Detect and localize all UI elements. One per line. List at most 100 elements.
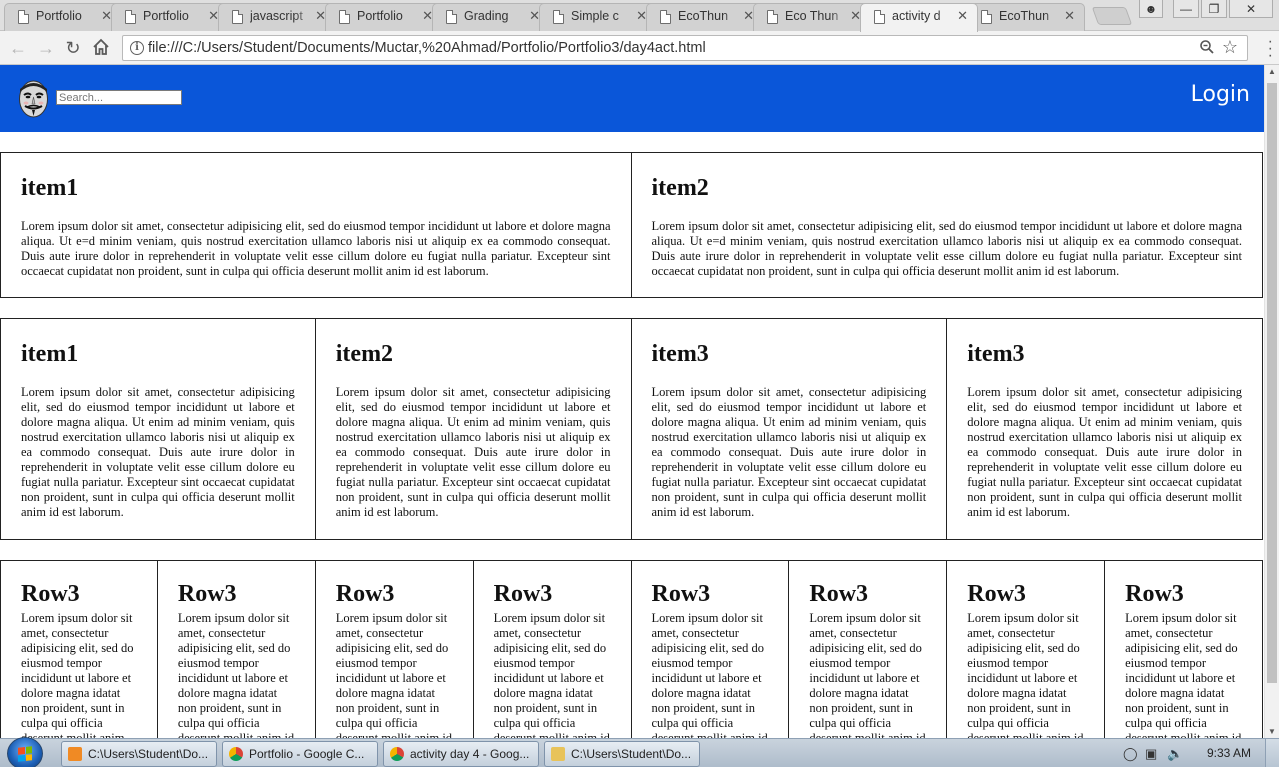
taskbar-button-label: activity day 4 - Goog...	[410, 747, 530, 761]
info-icon[interactable]: i	[130, 41, 144, 55]
window-controls: ☻ — ❐ ✕	[1139, 0, 1273, 20]
content-card: Row3 Lorem ipsum dolor sit amet, consecte…	[947, 560, 1106, 738]
address-bar[interactable]: i file:///C:/Users/Student/Documents/Muc…	[122, 35, 1248, 61]
browser-tab[interactable]: Portfolio ✕	[325, 3, 443, 31]
page-icon	[232, 10, 243, 24]
taskbar-button[interactable]: C:\Users\Student\Do...	[61, 741, 217, 767]
browser-tab[interactable]: javascript ✕	[218, 3, 336, 31]
content-card: Row3 Lorem ipsum dolor sit amet, consecte…	[315, 560, 474, 738]
new-tab-button[interactable]	[1091, 7, 1133, 25]
vertical-scrollbar[interactable]: ▲ ▼	[1264, 65, 1279, 738]
forward-button[interactable]: →	[35, 37, 57, 59]
content-row-2: item1 Lorem ipsum dolor sit amet, consect…	[0, 318, 1263, 540]
browser-tab[interactable]: activity d ✕	[860, 3, 978, 32]
content-card: item2 Lorem ipsum dolor sit amet, consect…	[315, 318, 632, 540]
bookmark-star-icon[interactable]: ☆	[1222, 37, 1238, 58]
browser-tab[interactable]: Eco Thun ✕	[753, 3, 871, 31]
card-title: item3	[967, 341, 1025, 367]
content-card: item1 Lorem ipsum dolor sit amet, consect…	[0, 152, 632, 298]
scroll-down-arrow-icon[interactable]: ▼	[1268, 727, 1276, 736]
tab-title: Portfolio	[36, 9, 82, 23]
content-card: item2 Lorem ipsum dolor sit amet, consect…	[631, 152, 1263, 298]
browser-tab[interactable]: EcoThun ✕	[967, 3, 1085, 31]
page-icon	[125, 10, 136, 24]
card-title: item3	[651, 341, 709, 367]
browser-tab[interactable]: Portfolio ✕	[4, 3, 122, 31]
page-icon	[660, 10, 671, 24]
browser-tab[interactable]: Portfolio ✕	[111, 3, 229, 31]
address-url[interactable]: file:///C:/Users/Student/Documents/Mucta…	[148, 40, 706, 56]
content-card: Row3 Lorem ipsum dolor sit amet, consecte…	[1105, 560, 1263, 738]
card-text: Lorem ipsum dolor sit amet, consectetur …	[21, 611, 134, 738]
home-icon	[93, 38, 109, 55]
guy-fawkes-mask-logo	[19, 80, 48, 118]
system-tray: ◯ ▣ 🔈 9:33 AM	[1119, 739, 1279, 767]
card-text: Lorem ipsum dolor sit amet, consectetur …	[651, 385, 927, 519]
content-card: Row3 Lorem ipsum dolor sit amet, consecte…	[473, 560, 632, 738]
chrome-icon	[229, 747, 243, 761]
login-link[interactable]: Login	[1191, 82, 1250, 107]
tab-strip: Portfolio ✕ Portfolio ✕ javascript ✕ Portfolio…	[0, 0, 1279, 32]
page-icon	[767, 10, 778, 24]
browser-tab[interactable]: Grading ✕	[432, 3, 550, 31]
back-button[interactable]: ←	[7, 37, 29, 59]
tab-title: Portfolio	[357, 9, 403, 23]
taskbar-button[interactable]: C:\Users\Student\Do...	[544, 741, 700, 767]
content-card: item3 Lorem ipsum dolor sit amet, consect…	[947, 318, 1263, 540]
security-shield-icon[interactable]: ◯	[1123, 746, 1138, 762]
clock[interactable]: 9:33 AM	[1207, 746, 1251, 760]
card-title: item1	[21, 175, 79, 201]
show-desktop-button[interactable]	[1265, 739, 1279, 767]
card-title: Row3	[651, 581, 711, 607]
browser-tab[interactable]: Simple c ✕	[539, 3, 657, 31]
card-text: Lorem ipsum dolor sit amet, consectetur …	[651, 611, 768, 738]
start-button[interactable]	[7, 737, 43, 767]
content-card: Row3 Lorem ipsum dolor sit amet, consecte…	[631, 560, 790, 738]
zoom-icon[interactable]	[1199, 39, 1215, 59]
close-window-button[interactable]: ✕	[1229, 0, 1273, 18]
card-text: Lorem ipsum dolor sit amet, consectetur …	[967, 385, 1242, 519]
close-tab-icon[interactable]: ✕	[957, 8, 968, 24]
taskbar-button[interactable]: activity day 4 - Goog...	[383, 741, 539, 767]
maximize-button[interactable]: ❐	[1201, 0, 1227, 18]
card-title: Row3	[809, 581, 869, 607]
search-input[interactable]	[56, 90, 182, 105]
close-tab-icon[interactable]: ✕	[1064, 8, 1075, 24]
taskbar-button[interactable]: Portfolio - Google C...	[222, 741, 378, 767]
minimize-button[interactable]: —	[1173, 0, 1199, 18]
content-card: Row3 Lorem ipsum dolor sit amet, consecte…	[157, 560, 316, 738]
card-text: Lorem ipsum dolor sit amet, consectetur …	[335, 385, 611, 519]
taskbar-button-label: C:\Users\Student\Do...	[571, 747, 692, 761]
card-text: Lorem ipsum dolor sit amet, consectetur …	[967, 611, 1084, 738]
folder-icon	[551, 747, 565, 761]
reload-button[interactable]: ↻	[62, 37, 84, 59]
menu-dots-icon[interactable]: · · ·	[1268, 34, 1273, 64]
scroll-up-arrow-icon[interactable]: ▲	[1268, 67, 1276, 76]
card-title: Row3	[493, 581, 553, 607]
tab-title: Portfolio	[143, 9, 189, 23]
tab-title: javascript	[250, 9, 303, 23]
home-button[interactable]	[90, 37, 112, 59]
scrollbar-thumb[interactable]	[1267, 83, 1277, 683]
browser-tab[interactable]: EcoThun ✕	[646, 3, 764, 31]
card-title: Row3	[177, 581, 237, 607]
network-icon[interactable]: ▣	[1145, 746, 1157, 762]
card-text: Lorem ipsum dolor sit amet, consectetur …	[177, 611, 295, 738]
content-card: Row3 Lorem ipsum dolor sit amet, consecte…	[0, 560, 158, 738]
windows-logo-icon	[18, 746, 32, 762]
card-title: Row3	[21, 581, 80, 607]
page-icon	[446, 10, 457, 24]
card-title: item1	[21, 341, 79, 367]
card-text: Lorem ipsum dolor sit amet, consectetur …	[21, 385, 295, 519]
volume-icon[interactable]: 🔈	[1167, 746, 1183, 762]
card-title: Row3	[1125, 581, 1184, 607]
tab-title: activity d	[892, 9, 941, 23]
profile-icon[interactable]: ☻	[1139, 0, 1163, 18]
content-row-1: item1 Lorem ipsum dolor sit amet, consect…	[0, 152, 1263, 298]
card-title: Row3	[335, 581, 395, 607]
tab-title: Grading	[464, 9, 509, 23]
tab-title: Eco Thun	[785, 9, 839, 23]
page-icon	[18, 10, 29, 24]
content-row-3: Row3 Lorem ipsum dolor sit amet, consecte…	[0, 560, 1263, 738]
content-card: Row3 Lorem ipsum dolor sit amet, consecte…	[789, 560, 948, 738]
